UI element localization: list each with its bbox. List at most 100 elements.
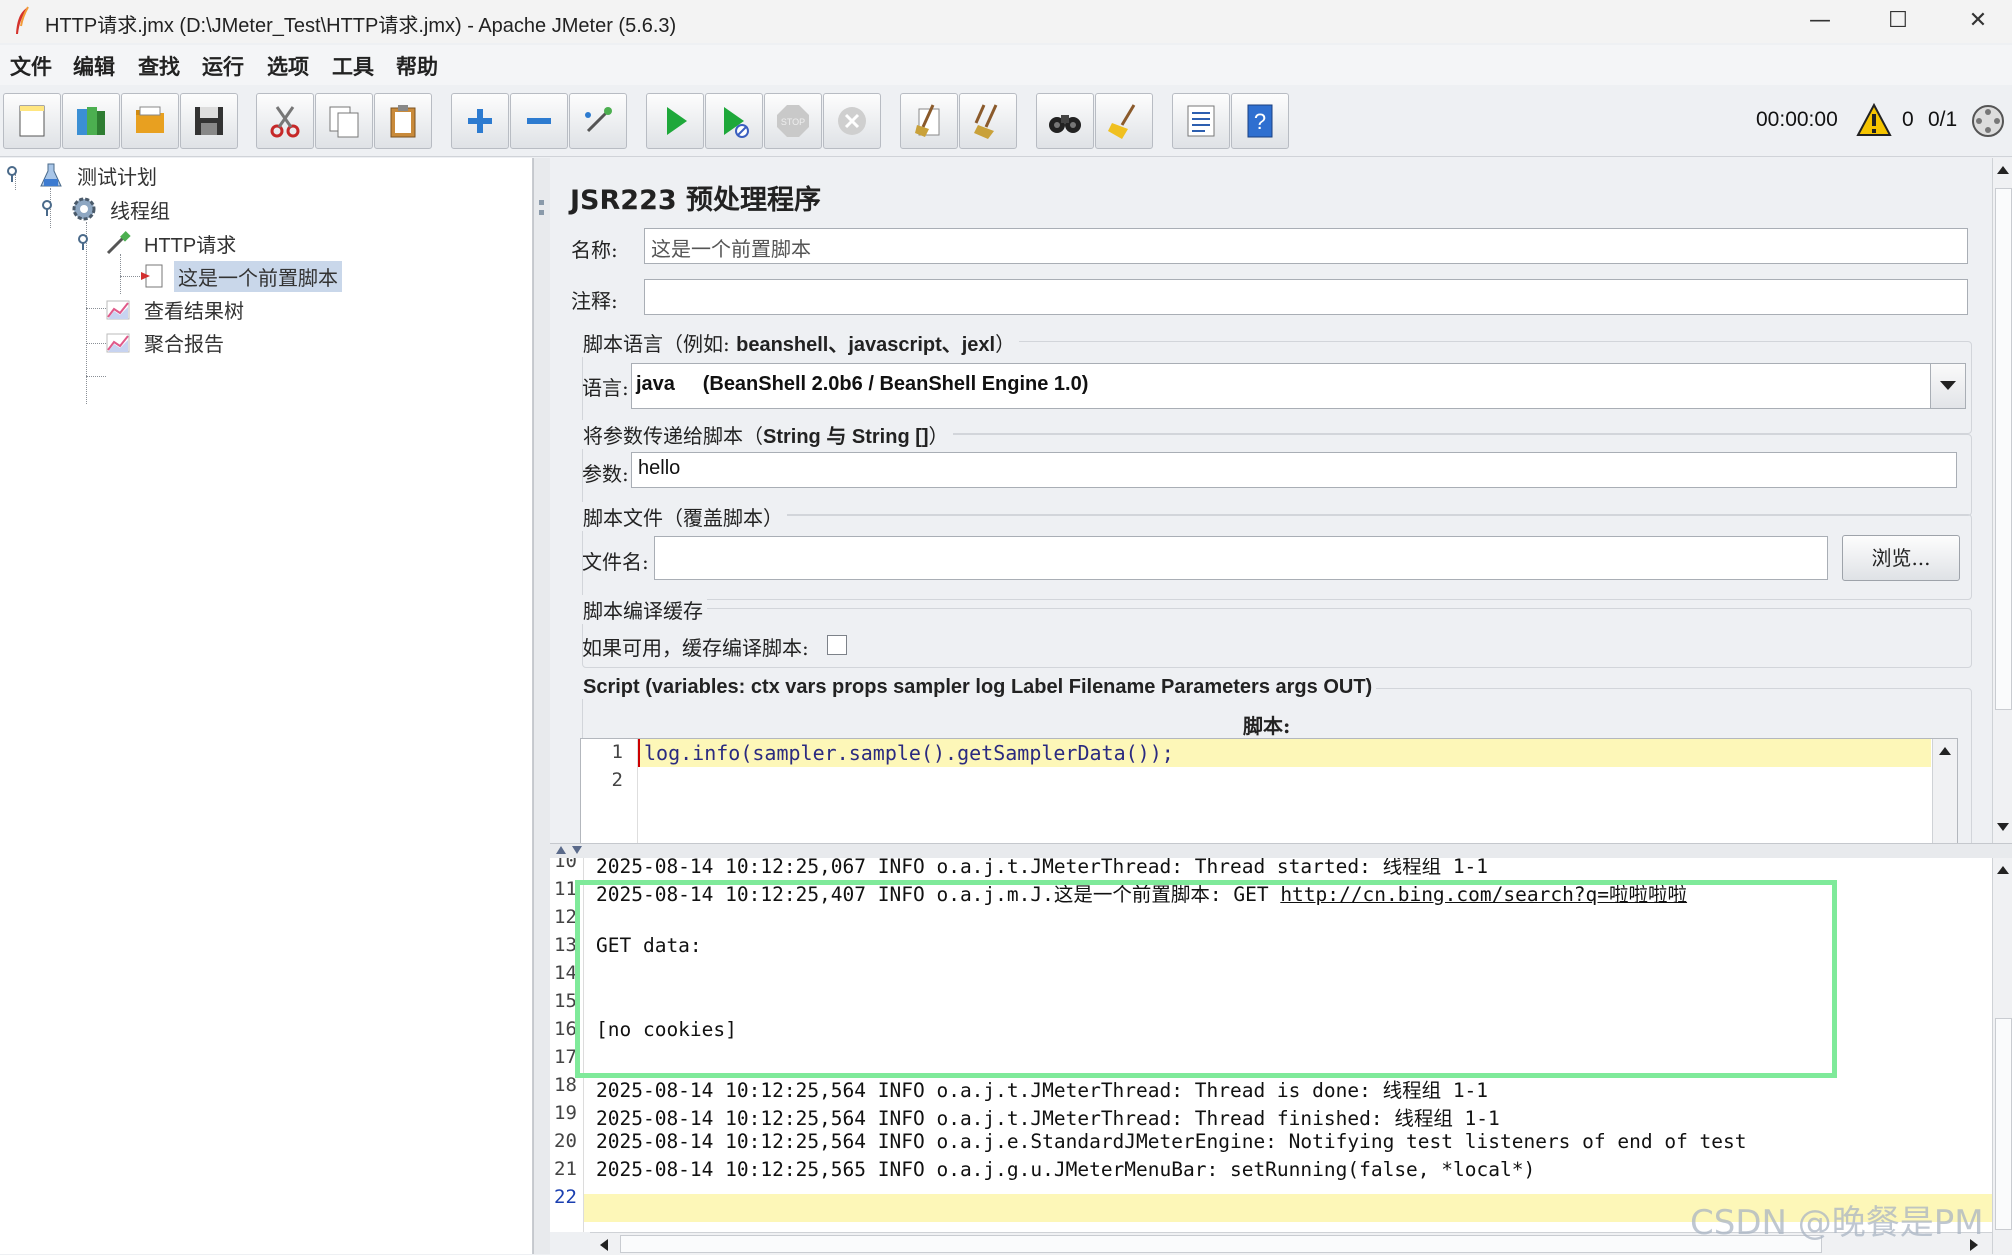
tree-line [120, 254, 121, 294]
search-button[interactable] [1036, 93, 1094, 149]
vertical-splitter[interactable] [533, 158, 550, 1254]
filename-label: 文件名: [582, 550, 649, 574]
save-button[interactable] [180, 93, 238, 149]
clear-all-button[interactable] [959, 93, 1017, 149]
maximize-button[interactable]: ☐ [1868, 4, 1928, 38]
active-threads: 0/1 [1928, 108, 1958, 131]
page-title: JSR223 预处理程序 [570, 185, 822, 216]
params-field[interactable]: hello [631, 452, 1957, 488]
code-line[interactable] [638, 767, 1931, 795]
templates-button[interactable] [62, 93, 120, 149]
scroll-left-icon[interactable] [600, 1239, 608, 1251]
log-scrollbar[interactable] [1992, 858, 2012, 1254]
group-title-bold: beanshell、javascript、jexl [736, 334, 996, 356]
scrollbar-thumb[interactable] [1995, 188, 2012, 710]
scrollbar-thumb[interactable] [1995, 1018, 2012, 1230]
horizontal-splitter[interactable] [550, 843, 2012, 859]
start-no-pauses-button[interactable] [705, 93, 763, 149]
menu-help[interactable]: 帮助 [396, 51, 438, 81]
binoculars-icon [1049, 115, 1081, 133]
scroll-up-icon[interactable] [1997, 166, 2009, 174]
tree-item-http-request[interactable]: HTTP请求 [104, 228, 240, 258]
tree-item-thread-group[interactable]: 线程组 [70, 194, 174, 224]
chart-icon [106, 333, 130, 353]
panel-scrollbar[interactable] [1992, 158, 2012, 843]
collapse-handle-icon[interactable] [7, 166, 23, 182]
scroll-up-icon[interactable] [1997, 866, 2009, 874]
tree-item-view-results-tree[interactable]: 查看结果树 [104, 294, 248, 324]
script-editor[interactable]: 1 2 log.info(sampler.sample().getSampler… [580, 738, 1958, 843]
toggle-button[interactable] [569, 93, 627, 149]
tree-line [86, 343, 106, 344]
filename-field[interactable] [654, 536, 1828, 580]
log-line-number: 10 [554, 858, 577, 872]
scroll-down-icon[interactable] [1997, 823, 2009, 831]
menu-file[interactable]: 文件 [10, 51, 52, 81]
function-helper-button[interactable] [1172, 93, 1230, 149]
warning-icon[interactable] [1856, 103, 1892, 137]
menu-tools[interactable]: 工具 [332, 51, 374, 81]
reset-search-button[interactable] [1095, 93, 1153, 149]
tree-item-label: 测试计划 [77, 164, 157, 189]
splitter-down-icon[interactable] [572, 846, 582, 854]
paste-button[interactable] [374, 93, 432, 149]
help-button[interactable]: ? [1231, 93, 1289, 149]
stop-icon: STOP [777, 105, 809, 137]
cache-checkbox[interactable] [827, 635, 847, 655]
pipette-icon [106, 231, 131, 255]
expand-all-button[interactable] [451, 93, 509, 149]
warning-count: 0 [1902, 108, 1914, 131]
copy-button[interactable] [315, 93, 373, 149]
name-field[interactable]: 这是一个前置脚本 [644, 228, 1968, 264]
watermark: CSDN @晚餐是PM [1690, 1203, 1984, 1243]
log-line-number: 12 [554, 906, 577, 928]
jmeter-feather-icon [16, 6, 29, 34]
cut-button[interactable] [256, 93, 314, 149]
comment-field[interactable] [644, 279, 1968, 315]
menu-edit[interactable]: 编辑 [73, 51, 115, 81]
new-file-icon [19, 105, 45, 137]
language-select[interactable]: java (BeanShell 2.0b6 / BeanShell Engine… [631, 363, 1966, 409]
log-line: 2025-08-14 10:12:25,067 INFO o.a.j.t.JMe… [596, 858, 1488, 879]
menu-run[interactable]: 运行 [202, 51, 244, 81]
minimize-button[interactable]: — [1790, 4, 1850, 38]
script-group-title: Script (variables: ctx vars props sample… [579, 676, 1377, 699]
group-title-text: 脚本语言（例如: [583, 332, 737, 356]
script-icon [141, 264, 163, 288]
log-line-number: 13 [554, 934, 577, 956]
tree-item-test-plan[interactable]: 测试计划 [37, 160, 161, 190]
splitter-up-icon[interactable] [556, 846, 566, 854]
menu-search[interactable]: 查找 [138, 51, 180, 81]
collapse-handle-icon[interactable] [42, 200, 58, 216]
line-number: 2 [611, 769, 623, 791]
params-group-title: 将参数传递给脚本（String 与 String []） [579, 420, 953, 449]
log-line-number: 11 [554, 878, 577, 900]
collapse-all-button[interactable] [510, 93, 568, 149]
paste-clipboard-icon [390, 105, 416, 138]
group-title-text: ） [995, 332, 1016, 356]
tree-item-preprocessor[interactable]: 这是一个前置脚本 [138, 260, 342, 292]
dropdown-arrow[interactable] [1930, 364, 1965, 408]
shutdown-button[interactable] [823, 93, 881, 149]
tree-line [86, 376, 106, 377]
splitter-grip [539, 200, 544, 205]
scrollbar-thumb[interactable] [620, 1235, 1822, 1253]
comment-label: 注释: [571, 289, 618, 313]
stop-button[interactable]: STOP [764, 93, 822, 149]
close-button[interactable]: ✕ [1948, 4, 2008, 38]
browse-button[interactable]: 浏览... [1842, 535, 1960, 581]
editor-scrollbar[interactable] [1932, 739, 1957, 843]
scroll-up-icon[interactable] [1939, 747, 1951, 755]
log-line: 2025-08-14 10:12:25,565 INFO o.a.j.g.u.J… [596, 1158, 1535, 1181]
clear-all-broom-icon [974, 104, 998, 139]
flask-icon [40, 163, 62, 187]
code-line[interactable]: log.info(sampler.sample().getSamplerData… [638, 739, 1931, 767]
new-button[interactable] [3, 93, 61, 149]
clear-button[interactable] [900, 93, 958, 149]
menu-options[interactable]: 选项 [267, 51, 309, 81]
collapse-handle-icon[interactable] [78, 234, 94, 250]
copy-icon [329, 106, 359, 138]
open-button[interactable] [121, 93, 179, 149]
start-button[interactable] [646, 93, 704, 149]
tree-item-aggregate-report[interactable]: 聚合报告 [104, 327, 228, 357]
